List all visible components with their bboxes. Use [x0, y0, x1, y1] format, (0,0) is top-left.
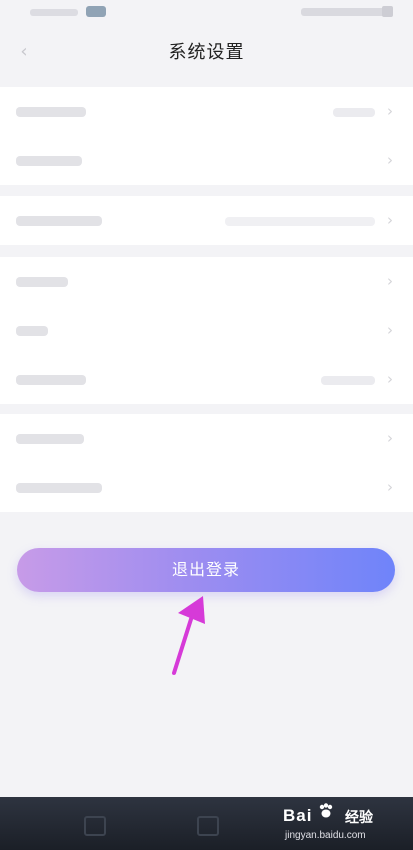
settings-row[interactable]: › [0, 463, 413, 512]
page-title: 系统设置 [168, 42, 245, 63]
watermark: Bai 经验 jingyan.baidu.com [283, 800, 393, 846]
nav-square-icon[interactable] [84, 816, 106, 836]
row-label [16, 216, 102, 226]
row-value [321, 376, 375, 385]
row-label [16, 277, 68, 287]
settings-row[interactable]: › [0, 136, 413, 185]
row-label [16, 326, 48, 336]
settings-row[interactable]: › [0, 355, 413, 404]
paw-icon [319, 803, 333, 818]
chevron-right-icon: › [387, 272, 393, 290]
settings-row[interactable]: › [0, 306, 413, 355]
chevron-right-icon: › [387, 429, 393, 447]
header: ‹ 系统设置 [0, 26, 413, 82]
settings-row[interactable]: › [0, 414, 413, 463]
status-bar [0, 0, 413, 26]
settings-group-2: › [0, 196, 413, 245]
settings-row[interactable]: › [0, 196, 413, 245]
settings-row[interactable]: › [0, 87, 413, 136]
watermark-brand: Bai [283, 806, 313, 825]
row-label [16, 483, 102, 493]
settings-group-1: › › [0, 87, 413, 185]
logout-button[interactable]: 退出登录 [17, 548, 395, 592]
battery-icon [382, 6, 393, 17]
row-label [16, 375, 86, 385]
chevron-right-icon: › [387, 211, 393, 229]
settings-group-4: › › [0, 414, 413, 512]
status-badge [86, 6, 106, 17]
chevron-right-icon: › [387, 478, 393, 496]
status-indicators [301, 8, 391, 16]
row-value [225, 217, 375, 226]
watermark-product: 经验 [345, 810, 373, 826]
chevron-right-icon: › [387, 102, 393, 120]
settings-row[interactable]: › [0, 257, 413, 306]
row-label [16, 107, 86, 117]
row-value [333, 108, 375, 117]
nav-square-icon[interactable] [197, 816, 219, 836]
status-time [30, 9, 78, 16]
chevron-right-icon: › [387, 151, 393, 169]
row-label [16, 434, 84, 444]
chevron-right-icon: › [387, 370, 393, 388]
watermark-url: jingyan.baidu.com [285, 830, 366, 841]
row-label [16, 156, 82, 166]
chevron-right-icon: › [387, 321, 393, 339]
settings-group-3: › › › [0, 257, 413, 404]
